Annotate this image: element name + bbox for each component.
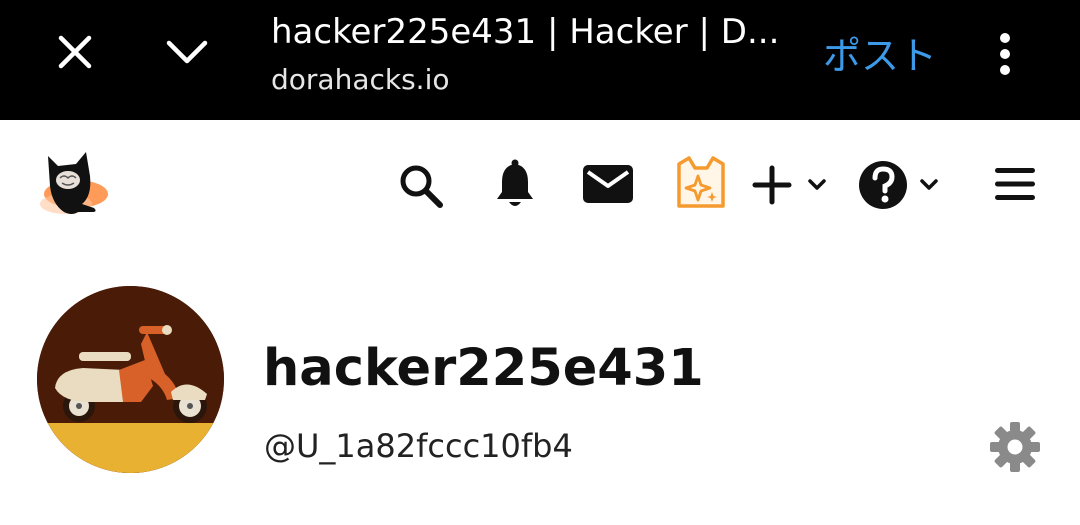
profile-username: hacker225e431 — [263, 339, 704, 398]
page-title[interactable]: hacker225e431 | Hacker | D... — [271, 10, 791, 54]
search-icon[interactable] — [395, 160, 447, 212]
scooter-avatar-image — [37, 286, 224, 473]
gear-icon[interactable] — [988, 420, 1042, 474]
create-menu[interactable] — [752, 160, 832, 210]
close-icon[interactable] — [45, 22, 105, 82]
chevron-down-icon[interactable] — [157, 22, 217, 82]
mail-icon[interactable] — [580, 162, 636, 206]
menu-icon[interactable] — [992, 164, 1038, 204]
dorahacks-logo[interactable] — [36, 146, 110, 218]
page-url[interactable]: dorahacks.io — [271, 60, 450, 100]
browser-toolbar: hacker225e431 | Hacker | D... dorahacks.… — [0, 0, 1080, 120]
profile-handle: @U_1a82fccc10fb4 — [264, 427, 573, 465]
bell-icon[interactable] — [490, 156, 540, 212]
help-icon[interactable] — [858, 158, 944, 212]
avatar[interactable] — [37, 286, 224, 473]
more-vert-icon[interactable] — [985, 28, 1025, 80]
site-header — [0, 120, 1080, 240]
post-button[interactable]: ポスト — [823, 32, 937, 80]
cat-sparkle-icon[interactable] — [672, 154, 730, 212]
